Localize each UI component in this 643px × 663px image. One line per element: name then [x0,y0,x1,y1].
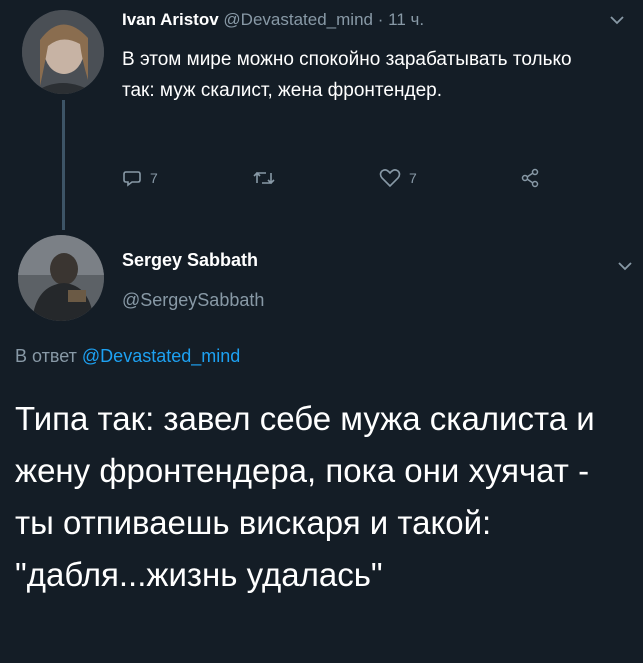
author-handle[interactable]: @SergeySabbath [122,290,264,311]
like-count: 7 [409,170,417,186]
avatar-photo-icon [22,10,104,94]
share-button[interactable] [520,168,540,188]
chevron-down-icon[interactable] [618,258,632,274]
reply-button[interactable]: 7 [122,168,158,188]
reply-prefix: В ответ [15,346,77,366]
retweet-icon [253,171,275,185]
share-icon [521,168,539,188]
reply-count: 7 [150,170,158,186]
thread-line [62,100,65,230]
reply-handle-link[interactable]: @Devastated_mind [82,346,240,366]
avatar-photo-icon [18,235,104,321]
avatar[interactable] [22,10,104,94]
tweet-header: Ivan Aristov @Devastated_mind · 11 ч. [122,10,424,30]
tweet-text: В этом мире можно спокойно зарабатывать … [122,49,572,101]
tweet-text: Типа так: завел себе мужа скалиста и жен… [15,400,595,593]
tweet-actions: 7 7 [122,168,592,198]
avatar[interactable] [18,235,104,321]
reply-context: В ответ @Devastated_mind [15,346,240,367]
chevron-down-icon[interactable] [610,12,624,28]
separator-dot: · [377,10,384,29]
author-handle[interactable]: @Devastated_mind [223,10,373,29]
heart-icon [379,169,401,188]
author-name[interactable]: Sergey Sabbath [122,250,258,271]
author-name[interactable]: Ivan Aristov [122,10,219,29]
like-button[interactable]: 7 [379,168,417,188]
tweet-time[interactable]: 11 ч. [388,10,424,29]
reply-icon [123,171,141,187]
retweet-button[interactable] [252,168,276,188]
